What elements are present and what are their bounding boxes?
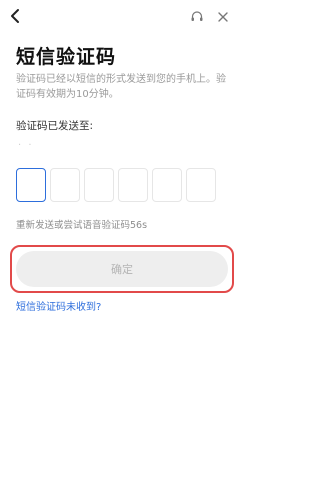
confirm-button-highlight: 确定	[10, 245, 234, 293]
headset-icon	[191, 11, 203, 21]
no-code-received-link[interactable]: 短信验证码未收到?	[16, 298, 101, 313]
back-button[interactable]	[8, 8, 24, 24]
code-digit-box-1[interactable]	[16, 168, 46, 202]
masked-phone-number: · ·	[18, 140, 34, 151]
resend-countdown-text: 重新发送或尝试语音验证码56s	[16, 220, 148, 231]
close-icon	[218, 12, 228, 22]
close-button[interactable]	[216, 10, 230, 24]
code-digit-box-4[interactable]	[118, 168, 148, 202]
code-digit-box-5[interactable]	[152, 168, 182, 202]
customer-service-button[interactable]	[190, 10, 204, 24]
description-text: 验证码已经以短信的形式发送到您的手机上。验证码有效期为10分钟。	[16, 74, 226, 100]
page-title: 短信验证码	[16, 46, 117, 68]
code-digit-box-6[interactable]	[186, 168, 216, 202]
verification-code-input[interactable]	[16, 168, 228, 204]
sent-to-label: 验证码已发送至:	[16, 120, 94, 132]
code-digit-box-2[interactable]	[50, 168, 80, 202]
chevron-left-icon	[11, 9, 19, 23]
code-digit-box-3[interactable]	[84, 168, 114, 202]
confirm-button[interactable]: 确定	[16, 251, 228, 287]
